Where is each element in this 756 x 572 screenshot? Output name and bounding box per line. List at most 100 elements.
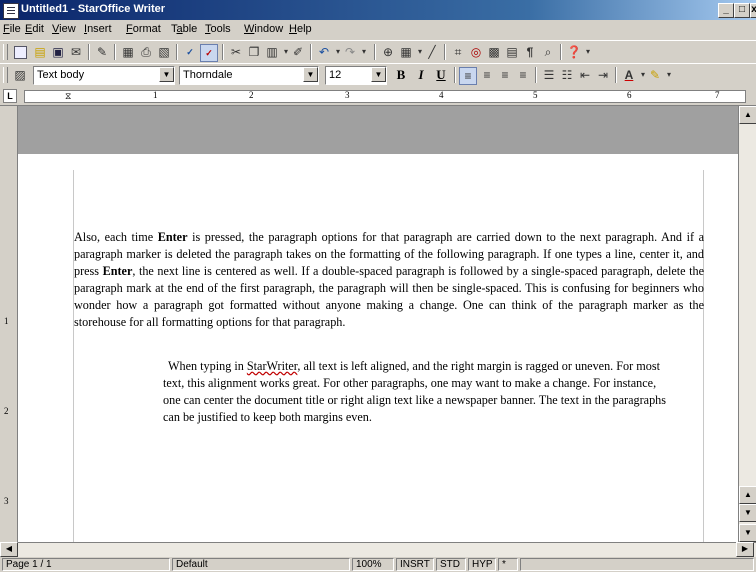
- ruler-number: 3: [345, 90, 350, 100]
- first-line-indent-marker[interactable]: ⧖: [65, 91, 71, 102]
- ruler-number: 4: [439, 90, 444, 100]
- toolbar-separator: [88, 44, 90, 60]
- toolbar-separator: [454, 67, 456, 83]
- page-style-indicator[interactable]: Default: [172, 558, 350, 571]
- font-size-select[interactable]: 12 ▼: [325, 66, 387, 85]
- gallery-icon[interactable]: ▩: [486, 44, 502, 60]
- insert-mode-indicator[interactable]: INSRT: [396, 558, 434, 571]
- bold-button[interactable]: B: [393, 67, 409, 83]
- toolbar-grip: [3, 44, 8, 60]
- ruler-number: 1: [4, 316, 9, 326]
- cut-icon[interactable]: ✂: [228, 44, 244, 60]
- ruler-number: 5: [533, 90, 538, 100]
- minimize-button[interactable]: _: [718, 3, 734, 18]
- decrease-indent-icon[interactable]: ⇤: [577, 67, 593, 83]
- save-icon[interactable]: ▣: [50, 44, 66, 60]
- spellcheck-icon[interactable]: ✓: [182, 44, 198, 60]
- paragraph-1[interactable]: Also, each time Enter is pressed, the pa…: [74, 229, 704, 331]
- scroll-down-icon[interactable]: ▼: [739, 504, 756, 522]
- menu-view[interactable]: View: [52, 23, 76, 35]
- menu-tools[interactable]: Tools: [205, 23, 231, 35]
- find-replace-icon[interactable]: ⌗: [450, 44, 466, 60]
- justify-icon[interactable]: ≡: [515, 67, 531, 83]
- close-button[interactable]: x: [750, 3, 756, 18]
- nonprinting-characters-icon[interactable]: ¶: [522, 44, 538, 60]
- vertical-scrollbar[interactable]: ▲ ▲ ▼ ▼: [738, 106, 756, 542]
- page-margin-area: [18, 106, 738, 154]
- font-name-select[interactable]: Thorndale ▼: [179, 66, 319, 85]
- align-right-icon[interactable]: ≡: [497, 67, 513, 83]
- standard-toolbar: ▤ ▣ ✉ ✎ ▦ ⎙ ▧ ✓ ✓ ✂ ❐ ▥ ▾ ✐ ↶ ▾ ↷ ▾ ⊕ ▦ …: [0, 40, 756, 64]
- navigator-icon[interactable]: ◎: [468, 44, 484, 60]
- chevron-down-icon[interactable]: ▼: [371, 67, 386, 82]
- open-folder-icon[interactable]: ▤: [32, 44, 48, 60]
- menu-insert[interactable]: Insert: [84, 23, 112, 35]
- writer-app-icon: [3, 3, 19, 19]
- zoom-icon[interactable]: ⌕: [540, 44, 556, 60]
- tab-type-button[interactable]: L: [3, 89, 17, 103]
- data-sources-icon[interactable]: ▤: [504, 44, 520, 60]
- highlighting-dropdown-icon[interactable]: ▾: [661, 67, 677, 83]
- hyperlink-icon[interactable]: ⊕: [380, 44, 396, 60]
- modified-indicator: *: [498, 558, 518, 571]
- horizontal-scrollbar[interactable]: ◀ ▶: [0, 542, 756, 557]
- mail-icon[interactable]: ✉: [68, 44, 84, 60]
- increase-indent-icon[interactable]: ⇥: [595, 67, 611, 83]
- ruler-strip: 1 2 3 4 5 6 7 ⧖: [24, 90, 746, 103]
- menu-file[interactable]: File: [3, 23, 21, 35]
- scroll-up-icon[interactable]: ▲: [739, 486, 756, 504]
- page-indicator[interactable]: Page 1 / 1: [2, 558, 170, 571]
- toolbar-separator: [615, 67, 617, 83]
- scroll-down-icon[interactable]: ▼: [739, 524, 756, 542]
- zoom-indicator[interactable]: 100%: [352, 558, 394, 571]
- print-icon[interactable]: ⎙: [138, 44, 154, 60]
- new-document-icon[interactable]: [12, 44, 28, 60]
- draw-functions-icon[interactable]: ╱: [424, 44, 440, 60]
- vertical-ruler[interactable]: 1 2 3: [0, 106, 18, 542]
- restore-button[interactable]: □: [734, 3, 750, 18]
- scroll-left-icon[interactable]: ◀: [0, 542, 18, 557]
- document-area[interactable]: Also, each time Enter is pressed, the pa…: [18, 106, 738, 542]
- align-center-icon[interactable]: ≡: [479, 67, 495, 83]
- menu-edit[interactable]: Edit: [25, 23, 44, 35]
- format-paintbrush-icon[interactable]: ✐: [290, 44, 306, 60]
- menu-format[interactable]: Format: [126, 23, 161, 35]
- numbering-icon[interactable]: ☰: [541, 67, 557, 83]
- paragraph-style-select[interactable]: Text body ▼: [33, 66, 175, 85]
- export-pdf-icon[interactable]: ▦: [120, 44, 136, 60]
- chevron-down-icon[interactable]: ▼: [303, 67, 318, 82]
- toolbar-overflow-icon[interactable]: ▾: [580, 44, 596, 60]
- ruler-number: 7: [715, 90, 720, 100]
- edit-file-icon[interactable]: ✎: [94, 44, 110, 60]
- page-preview-icon[interactable]: ▧: [156, 44, 172, 60]
- menu-bar: File Edit View Insert Format Table Tools…: [0, 20, 756, 39]
- align-left-icon[interactable]: ≡: [459, 67, 477, 85]
- menu-help[interactable]: Help: [289, 23, 312, 35]
- redo-dropdown-icon[interactable]: ▾: [356, 44, 372, 60]
- menu-table[interactable]: Table: [171, 23, 197, 35]
- toolbar-separator: [222, 44, 224, 60]
- chevron-down-icon[interactable]: ▼: [159, 67, 174, 82]
- menu-window[interactable]: Window: [244, 23, 283, 35]
- ruler-number: 2: [4, 406, 9, 416]
- document-page[interactable]: [18, 154, 738, 542]
- ruler-number: 6: [627, 90, 632, 100]
- autospellcheck-icon[interactable]: ✓: [200, 44, 218, 62]
- scroll-up-icon[interactable]: ▲: [739, 106, 756, 124]
- paragraph-2[interactable]: When typing in StarWriter, all text is l…: [163, 358, 673, 426]
- hyperlink-mode-indicator[interactable]: HYP: [468, 558, 496, 571]
- status-extra: [520, 558, 754, 571]
- styles-formatting-icon[interactable]: ▨: [12, 67, 28, 83]
- underline-button[interactable]: U: [433, 67, 449, 83]
- scroll-right-icon[interactable]: ▶: [736, 542, 754, 557]
- bullets-icon[interactable]: ☷: [559, 67, 575, 83]
- toolbar-separator: [176, 44, 178, 60]
- horizontal-ruler[interactable]: L 1 2 3 4 5 6 7 ⧖: [0, 86, 756, 106]
- toolbar-separator: [310, 44, 312, 60]
- misspelled-word[interactable]: StarWriter: [247, 359, 297, 373]
- toolbar-separator: [535, 67, 537, 83]
- italic-button[interactable]: I: [413, 67, 429, 83]
- selection-mode-indicator[interactable]: STD: [436, 558, 466, 571]
- copy-icon[interactable]: ❐: [246, 44, 262, 60]
- text-boundary-left: [73, 170, 74, 542]
